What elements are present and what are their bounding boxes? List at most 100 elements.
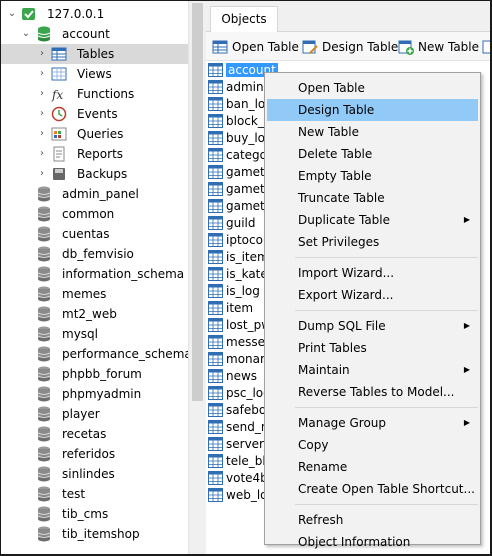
chevron-right-icon[interactable]: ›: [37, 169, 47, 179]
database-node[interactable]: tib_cms: [1, 504, 188, 524]
table-icon: [208, 232, 223, 247]
menu-item-print-tables[interactable]: Print Tables: [267, 337, 478, 359]
menu-item-set-privileges[interactable]: Set Privileges: [267, 231, 478, 253]
database-node-account[interactable]: ⌄ account: [1, 24, 188, 44]
database-node[interactable]: recetas: [1, 424, 188, 444]
chevron-right-icon[interactable]: ›: [37, 109, 47, 119]
scrollbar-thumb[interactable]: [192, 3, 203, 401]
database-node[interactable]: player: [1, 404, 188, 424]
backup-icon: [51, 166, 67, 182]
table-item[interactable]: buy_log: [208, 129, 273, 146]
database-icon: [37, 366, 53, 382]
database-icon: [37, 506, 53, 522]
tree-scrollbar[interactable]: [188, 1, 206, 554]
table-item[interactable]: gameti: [208, 163, 268, 180]
open-table-button[interactable]: Open Table: [212, 38, 299, 56]
table-item[interactable]: gameti: [208, 197, 268, 214]
table-icon: [208, 96, 223, 111]
database-open-icon: [37, 26, 53, 42]
menu-item-object-information[interactable]: Object Information: [267, 531, 478, 553]
chevron-down-icon[interactable]: ⌄: [21, 29, 31, 39]
menu-item-create-open-table-shortcut[interactable]: Create Open Table Shortcut...: [267, 478, 478, 500]
table-item[interactable]: gameti: [208, 180, 268, 197]
database-node[interactable]: db_femvisio: [1, 244, 188, 264]
menu-item-reverse-tables-to-model[interactable]: Reverse Tables to Model...: [267, 381, 478, 403]
menu-item-duplicate-table[interactable]: Duplicate Table ▶: [267, 209, 478, 231]
connection-tree[interactable]: ⌄ 127.0.0.1 ⌄ account › Tables › Views › fx Fu…: [1, 1, 188, 554]
menu-item-label: Print Tables: [298, 341, 367, 355]
chevron-right-icon[interactable]: ›: [37, 129, 47, 139]
table-icon: [208, 198, 223, 213]
database-node[interactable]: phpbb_forum: [1, 364, 188, 384]
tree-node-queries[interactable]: › Queries: [1, 124, 188, 144]
database-label: sinlindes: [62, 467, 115, 481]
table-item[interactable]: item: [208, 299, 253, 316]
tab-objects[interactable]: Objects: [210, 6, 278, 32]
table-item[interactable]: messen: [208, 333, 273, 350]
open-table-icon: [212, 40, 228, 54]
database-node[interactable]: mysql: [1, 324, 188, 344]
table-item[interactable]: is_item: [208, 248, 269, 265]
database-node[interactable]: tib_itemshop: [1, 524, 188, 544]
table-item[interactable]: iptocou: [208, 231, 271, 248]
table-name: admin: [226, 79, 264, 94]
table-item[interactable]: monarc: [208, 350, 271, 367]
menu-item-copy[interactable]: Copy: [267, 434, 478, 456]
database-node[interactable]: memes: [1, 284, 188, 304]
menu-item-refresh[interactable]: Refresh: [267, 509, 478, 531]
chevron-down-icon[interactable]: ⌄: [7, 9, 17, 19]
table-item[interactable]: send_n: [208, 418, 268, 435]
menu-item-truncate-table[interactable]: Truncate Table: [267, 187, 478, 209]
database-node[interactable]: common: [1, 204, 188, 224]
database-node[interactable]: mt2_web: [1, 304, 188, 324]
table-item[interactable]: psc_log: [208, 384, 271, 401]
menu-item-rename[interactable]: Rename: [267, 456, 478, 478]
database-icon: [37, 486, 53, 502]
tree-node-views[interactable]: › Views: [1, 64, 188, 84]
menu-item-import-wizard[interactable]: Import Wizard...: [267, 262, 478, 284]
menu-item-dump-sql-file[interactable]: Dump SQL File ▶: [267, 315, 478, 337]
table-item[interactable]: news: [208, 367, 257, 384]
chevron-right-icon[interactable]: ›: [37, 89, 47, 99]
tree-node-reports[interactable]: › Reports: [1, 144, 188, 164]
menu-item-open-table[interactable]: Open Table: [267, 77, 478, 99]
queries-icon: [51, 126, 67, 142]
context-menu[interactable]: Open Table Design Table New Table Delete Ta…: [264, 72, 481, 549]
chevron-right-icon[interactable]: ›: [37, 69, 47, 79]
table-item[interactable]: block_e: [208, 112, 271, 129]
design-table-button[interactable]: Design Table: [302, 38, 398, 56]
table-item[interactable]: guild: [208, 214, 256, 231]
database-node[interactable]: admin_panel: [1, 184, 188, 204]
menu-item-maintain[interactable]: Maintain ▶: [267, 359, 478, 381]
database-node[interactable]: performance_schema: [1, 344, 188, 364]
database-node[interactable]: sinlindes: [1, 464, 188, 484]
menu-item-new-table[interactable]: New Table: [267, 121, 478, 143]
tree-node-backups[interactable]: › Backups: [1, 164, 188, 184]
tree-node-label: Backups: [77, 167, 128, 181]
chevron-right-icon[interactable]: ›: [37, 149, 47, 159]
table-item[interactable]: categor: [208, 146, 272, 163]
table-item[interactable]: lost_pw: [208, 316, 271, 333]
menu-item-empty-table[interactable]: Empty Table: [267, 165, 478, 187]
more-toolbar-icon[interactable]: [482, 38, 490, 56]
database-node[interactable]: cuentas: [1, 224, 188, 244]
tree-node-functions[interactable]: › fx Functions: [1, 84, 188, 104]
connection-node[interactable]: ⌄ 127.0.0.1: [1, 4, 188, 24]
tree-node-events[interactable]: › Events: [1, 104, 188, 124]
tree-node-tables[interactable]: › Tables: [1, 44, 188, 64]
new-table-button[interactable]: New Table: [398, 38, 479, 56]
table-item[interactable]: admin: [208, 78, 264, 95]
menu-item-design-table[interactable]: Design Table: [267, 99, 478, 121]
chevron-right-icon[interactable]: ›: [37, 49, 47, 59]
table-item[interactable]: is_log: [208, 282, 260, 299]
database-node[interactable]: referidos: [1, 444, 188, 464]
database-icon: [37, 426, 53, 442]
menu-item-delete-table[interactable]: Delete Table: [267, 143, 478, 165]
table-icon: [208, 351, 223, 366]
database-node[interactable]: test: [1, 484, 188, 504]
menu-item-manage-group[interactable]: Manage Group ▶: [267, 412, 478, 434]
database-node[interactable]: information_schema: [1, 264, 188, 284]
svg-text:fx: fx: [51, 88, 63, 102]
menu-item-export-wizard[interactable]: Export Wizard...: [267, 284, 478, 306]
database-node[interactable]: phpmyadmin: [1, 384, 188, 404]
